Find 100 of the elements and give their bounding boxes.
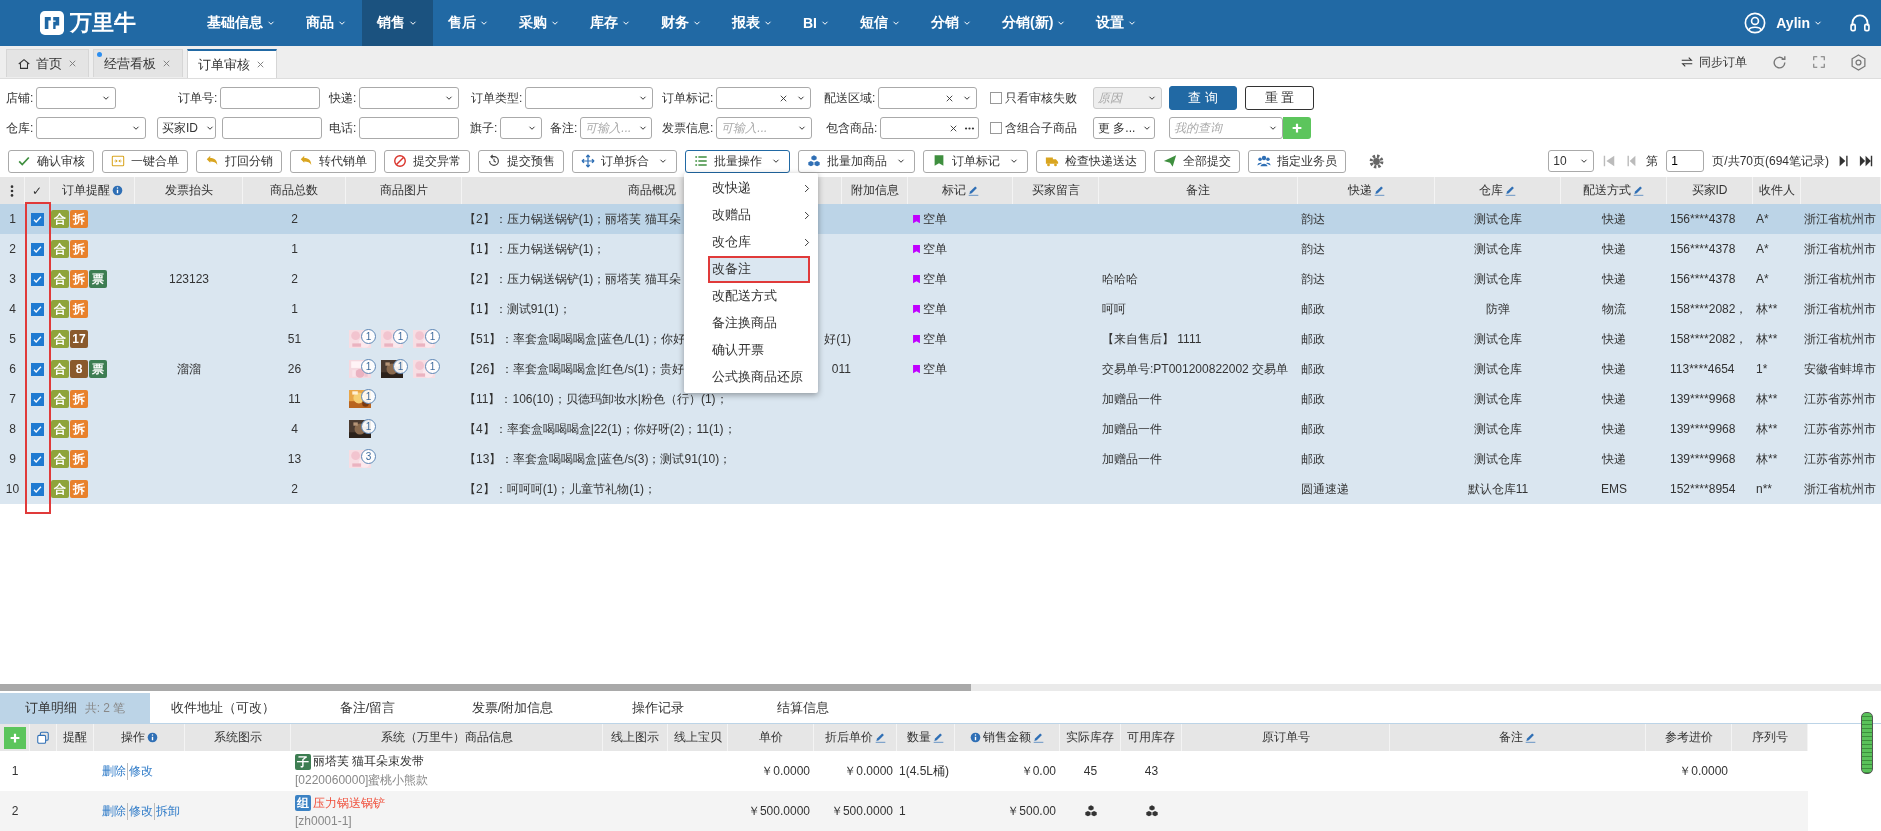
nav-menu-item[interactable]: 报表 (717, 0, 788, 46)
page-tab[interactable]: 订单审核 (187, 49, 277, 78)
panel-tab[interactable]: 操作记录 (585, 693, 730, 723)
row-number[interactable]: 7 (7, 392, 18, 406)
settings-icon[interactable] (1368, 152, 1385, 170)
page-tab[interactable]: 首页 (6, 49, 89, 77)
copy-icon[interactable] (36, 730, 50, 745)
row-number[interactable]: 5 (7, 332, 18, 346)
row-number[interactable]: 2 (7, 242, 18, 256)
panel-tab[interactable]: 结算信息 (730, 693, 875, 723)
select-field[interactable] (878, 87, 978, 109)
add-button[interactable] (3, 726, 26, 749)
sync-orders-button[interactable]: 同步订单 (1680, 53, 1747, 71)
action-link[interactable]: 拆卸 (154, 802, 180, 820)
row-number[interactable]: 6 (7, 362, 18, 376)
menu-item[interactable]: 公式换商品还原 (684, 364, 818, 391)
row-number[interactable]: 8 (7, 422, 18, 436)
toolbar-button[interactable]: 指定业务员 (1248, 149, 1346, 173)
row-number[interactable]: 9 (7, 452, 18, 466)
panel-tab[interactable]: 发票/附加信息 (440, 693, 585, 723)
input-field[interactable] (880, 117, 980, 139)
checkbox[interactable] (31, 422, 44, 436)
nav-menu-item[interactable]: 采购 (504, 0, 575, 46)
row-number[interactable]: 1 (7, 212, 18, 226)
toolbar-button[interactable]: 一键合单 (102, 149, 188, 173)
reset-button[interactable]: 重 置 (1245, 86, 1314, 110)
nav-menu-item[interactable]: 商品 (291, 0, 362, 46)
menu-item[interactable]: 确认开票 (684, 337, 818, 364)
refresh-icon[interactable] (1771, 53, 1788, 71)
close-icon[interactable] (255, 59, 266, 70)
select-field[interactable] (525, 87, 654, 109)
toolbar-button[interactable]: 提交异常 (384, 149, 470, 173)
page-input[interactable]: 1 (1666, 150, 1705, 172)
input-field[interactable] (220, 87, 321, 109)
checkbox[interactable] (31, 362, 44, 376)
user-menu[interactable]: Aylin (1776, 15, 1823, 31)
action-link[interactable]: 删除 (102, 762, 126, 780)
dropdown-button[interactable]: 订单标记 (923, 149, 1028, 173)
select-field[interactable]: 更 多... (1093, 117, 1155, 139)
row-number[interactable]: 4 (7, 302, 18, 316)
checkbox[interactable] (31, 452, 44, 466)
panel-tab[interactable]: 订单明细 共: 2 笔 (0, 693, 150, 723)
nav-menu-item[interactable]: 分销 (916, 0, 987, 46)
cubes-icon[interactable] (1144, 804, 1159, 818)
checkbox[interactable] (31, 392, 44, 406)
checkbox[interactable] (990, 92, 1002, 104)
edit-icon[interactable] (967, 185, 979, 196)
nav-menu-item[interactable]: BI (788, 0, 845, 46)
nav-menu-item[interactable]: 财务 (646, 0, 717, 46)
edit-icon[interactable] (1033, 732, 1044, 743)
edit-icon[interactable] (933, 732, 944, 743)
select-field[interactable] (36, 117, 147, 139)
action-link[interactable]: 修改 (127, 762, 153, 780)
menu-item[interactable]: 改备注 (708, 256, 810, 283)
page-tab[interactable]: 经营看板 (93, 49, 183, 77)
menu-item[interactable]: 改赠品 (684, 202, 818, 229)
checkbox[interactable] (31, 482, 44, 496)
menu-item[interactable]: 改快递 (684, 175, 818, 202)
scrollbar[interactable] (1861, 712, 1873, 774)
nav-menu-item[interactable]: 分销(新) (987, 0, 1082, 46)
checkbox[interactable] (31, 212, 44, 226)
nav-menu-item[interactable]: 设置 (1081, 0, 1153, 46)
edit-icon[interactable] (874, 732, 886, 743)
edit-icon[interactable] (1505, 185, 1516, 196)
edit-icon[interactable] (1373, 185, 1385, 196)
last-page-icon[interactable] (1859, 154, 1873, 168)
input-field[interactable] (222, 117, 322, 139)
cubes-icon[interactable] (1083, 804, 1098, 818)
fullscreen-icon[interactable] (1812, 55, 1826, 69)
toolbar-button[interactable]: 检查快递送达 (1036, 149, 1146, 173)
nav-menu-item[interactable]: 售后 (433, 0, 504, 46)
toolbar-button[interactable]: 全部提交 (1154, 149, 1240, 173)
checkbox[interactable] (31, 272, 44, 286)
edit-icon[interactable] (1525, 732, 1536, 743)
panel-tab[interactable]: 备注/留言 (295, 693, 440, 723)
dropdown-button[interactable]: 订单拆合 (572, 149, 677, 173)
edit-icon[interactable] (1633, 185, 1644, 196)
row-number[interactable]: 3 (7, 272, 18, 286)
toolbar-button[interactable]: 打回分销 (196, 149, 282, 173)
nav-menu-item[interactable]: 短信 (845, 0, 916, 46)
headset-icon[interactable] (1849, 12, 1871, 34)
menu-item[interactable]: 备注换商品 (684, 310, 818, 337)
nav-menu-item[interactable]: 库存 (575, 0, 646, 46)
action-link[interactable]: 修改 (127, 802, 153, 820)
dropdown-button[interactable]: 批量加商品 (798, 149, 915, 173)
close-icon[interactable] (161, 58, 172, 69)
panel-tab[interactable]: 收件地址（可改） (150, 693, 295, 723)
row-number[interactable]: 10 (3, 482, 22, 496)
checkbox[interactable] (31, 332, 44, 346)
search-button[interactable]: 查 询 (1169, 86, 1237, 110)
input-field[interactable] (359, 117, 460, 139)
select-field[interactable]: 买家ID (157, 117, 216, 139)
checkbox[interactable] (31, 242, 44, 256)
settings-icon[interactable] (1850, 53, 1867, 71)
toolbar-button[interactable]: 确认审核 (8, 149, 94, 173)
close-icon[interactable] (67, 58, 78, 69)
toolbar-button[interactable]: 转代销单 (290, 149, 376, 173)
scrollbar-thumb[interactable] (0, 684, 971, 691)
nav-menu-item[interactable]: 销售 (362, 0, 433, 46)
next-page-icon[interactable] (1837, 154, 1851, 168)
